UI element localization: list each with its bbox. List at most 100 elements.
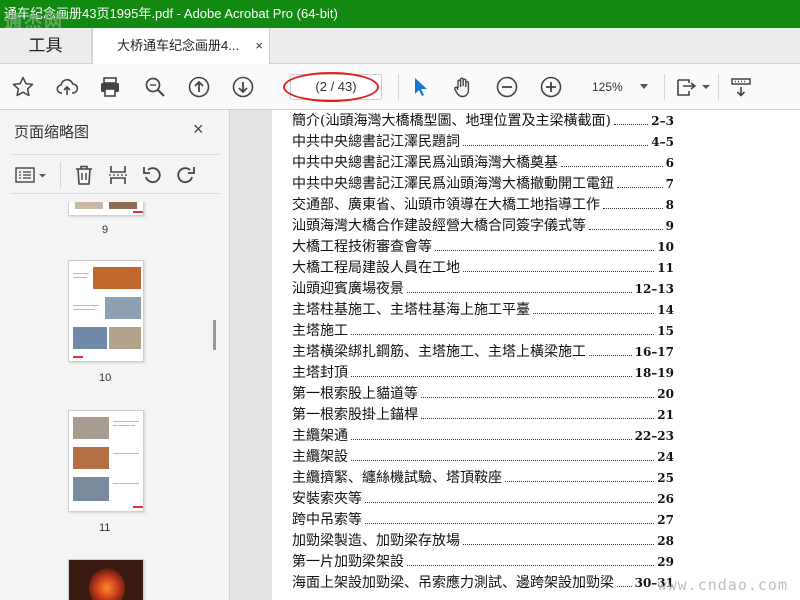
toc-leader-dots xyxy=(351,449,655,461)
toc-leader-dots xyxy=(463,134,649,146)
rotate-cw-icon[interactable] xyxy=(174,163,198,187)
toc-entry: 主塔封頂 18–19 xyxy=(292,362,674,383)
toc-entry: 第一根索股上貓道等 20 xyxy=(292,383,674,404)
toc-entry: 中共中央總書記江澤民題詞 4–5 xyxy=(292,131,674,152)
close-panel-icon[interactable]: × xyxy=(193,119,204,140)
prev-page-icon[interactable] xyxy=(187,75,211,99)
page-thumbnail[interactable] xyxy=(68,260,144,362)
zoom-in-icon[interactable] xyxy=(539,75,563,99)
thumbnail-options-icon[interactable] xyxy=(14,163,48,187)
tab-tools[interactable]: 工具 xyxy=(0,28,92,64)
toc-leader-dots xyxy=(351,323,655,335)
toc-entry-page: 24 xyxy=(657,450,674,464)
zoom-search-icon[interactable] xyxy=(143,75,167,99)
toc-entry: 大橋工程局建設人員在工地 11 xyxy=(292,257,674,278)
page-thumbnail[interactable] xyxy=(68,202,144,216)
extract-page-icon[interactable] xyxy=(106,163,130,187)
toc-entry-title: 汕頭迎賓廣場夜景 xyxy=(292,281,404,297)
print-icon[interactable] xyxy=(98,75,122,99)
tab-document-label: 大桥通车纪念画册4... xyxy=(117,38,240,53)
select-pointer-icon[interactable] xyxy=(408,75,432,99)
toc-leader-dots xyxy=(463,533,655,545)
toc-entry-page: 8 xyxy=(665,198,674,212)
toc-leader-dots xyxy=(603,197,663,209)
toc-entry-title: 大橋工程局建設人員在工地 xyxy=(292,260,460,276)
page-thumbnail[interactable] xyxy=(68,410,144,512)
toc-entry-page: 14 xyxy=(657,303,674,317)
toc-entry-title: 大橋工程技術審查會等 xyxy=(292,239,432,255)
toolbar-divider xyxy=(664,74,665,100)
toc-leader-dots xyxy=(589,344,632,356)
chevron-down-icon[interactable] xyxy=(640,84,648,89)
toc-entry-page: 28 xyxy=(657,534,674,548)
tab-document[interactable]: 大桥通车纪念画册4... × xyxy=(92,28,270,65)
fit-page-icon[interactable] xyxy=(674,75,698,99)
toc-entry: 跨中吊索等 27 xyxy=(292,509,674,530)
toolbar-divider xyxy=(718,74,719,100)
toc-entry-page: 21 xyxy=(657,408,674,422)
toc-leader-dots xyxy=(407,554,655,566)
toc-entry-page: 9 xyxy=(665,219,674,233)
toc-entry-title: 主纜擠緊、纏絲機試驗、塔頂鞍座 xyxy=(292,470,502,486)
toc-entry-title: 第一根索股上貓道等 xyxy=(292,386,418,402)
toc-entry: 第一片加勁梁架設 29 xyxy=(292,551,674,572)
scrollbar-thumb[interactable] xyxy=(213,320,216,350)
toc-entry: 主塔柱基施工、主塔柱基海上施工平臺 14 xyxy=(292,299,674,320)
toc-entry-page: 11 xyxy=(657,261,674,275)
toc-leader-dots xyxy=(365,491,655,503)
toc-leader-dots xyxy=(617,176,663,188)
rotate-ccw-icon[interactable] xyxy=(140,163,164,187)
toc-entry-title: 中共中央總書記江澤民爲汕頭海灣大橋撤動開工電鈕 xyxy=(292,176,614,192)
star-icon[interactable] xyxy=(11,75,35,99)
thumbnail-list: 9 10 11 xyxy=(10,202,204,600)
toc-entry-page: 20 xyxy=(657,387,674,401)
toc-entry: 汕頭迎賓廣場夜景 12–13 xyxy=(292,278,674,299)
delete-page-icon[interactable] xyxy=(72,163,96,187)
toc-leader-dots xyxy=(351,428,632,440)
main-toolbar: (2 / 43) 125% xyxy=(0,64,800,110)
toc-entry-page: 6 xyxy=(665,156,674,170)
toc-entry-page: 10 xyxy=(657,240,674,254)
toc-leader-dots xyxy=(561,155,663,167)
next-page-icon[interactable] xyxy=(231,75,255,99)
watermark-bottom-right: www.cndao.com xyxy=(657,576,788,594)
panel-title: 页面缩略图 xyxy=(14,124,90,141)
cloud-upload-icon[interactable] xyxy=(55,75,79,99)
chevron-down-icon[interactable] xyxy=(701,75,711,99)
toc-entry-title: 汕頭海灣大橋合作建設經營大橋合同簽字儀式等 xyxy=(292,218,586,234)
toc-leader-dots xyxy=(505,470,655,482)
toc-entry-title: 主纜架設 xyxy=(292,449,348,465)
toc-entry-title: 主塔施工 xyxy=(292,323,348,339)
toc-entry: 第一根索股掛上錨桿 21 xyxy=(292,404,674,425)
thumbnail-page-number: 10 xyxy=(99,372,112,384)
toc-entry-page: 22–23 xyxy=(634,429,674,443)
toc-entry-title: 中共中央總書記江澤民題詞 xyxy=(292,134,460,150)
toc-entry-page: 27 xyxy=(657,513,674,527)
toc-entry-title: 主塔封頂 xyxy=(292,365,348,381)
annotation-ellipse xyxy=(283,72,379,102)
toc-entry: 加勁梁製造、加勁梁存放場 28 xyxy=(292,530,674,551)
toc-entry-title: 第一片加勁梁架設 xyxy=(292,554,404,570)
toc-leader-dots xyxy=(365,512,655,524)
toc-leader-dots xyxy=(617,575,632,587)
page-thumbnail[interactable] xyxy=(68,559,144,600)
toc-entry: 海面上架設加勁梁、吊索應力測試、邊跨架設加勁梁 30–31 xyxy=(292,572,674,593)
toc-entry: 主纜架設 24 xyxy=(292,446,674,467)
toc-leader-dots xyxy=(533,302,655,314)
toc-entry: 中共中央總書記江澤民爲汕頭海灣大橋撤動開工電鈕 7 xyxy=(292,173,674,194)
hand-tool-icon[interactable] xyxy=(451,75,475,99)
page-thumbnails-panel: 页面缩略图 × 9 10 11 xyxy=(0,110,230,600)
scroll-mode-icon[interactable] xyxy=(729,75,753,99)
thumbnail-page-number: 11 xyxy=(99,522,111,534)
thumbnail-scrollbar[interactable] xyxy=(206,202,222,600)
document-page: 簡介(汕頭海灣大橋橋型圖、地理位置及主梁橫截面) 2–3 中共中央總書記江澤民題詞 4… xyxy=(272,110,800,600)
toolbar-divider xyxy=(398,74,399,100)
toc-leader-dots xyxy=(421,386,655,398)
toc-leader-dots xyxy=(613,113,649,125)
toc-entry-page: 4–5 xyxy=(651,135,674,149)
toolbar-divider xyxy=(60,162,61,188)
toc-entry: 主塔橫梁綁扎鋼筋、主塔施工、主塔上橫梁施工 16–17 xyxy=(292,341,674,362)
toc-entry: 簡介(汕頭海灣大橋橋型圖、地理位置及主梁橫截面) 2–3 xyxy=(292,110,674,131)
zoom-out-icon[interactable] xyxy=(495,75,519,99)
close-tab-icon[interactable]: × xyxy=(255,28,263,64)
